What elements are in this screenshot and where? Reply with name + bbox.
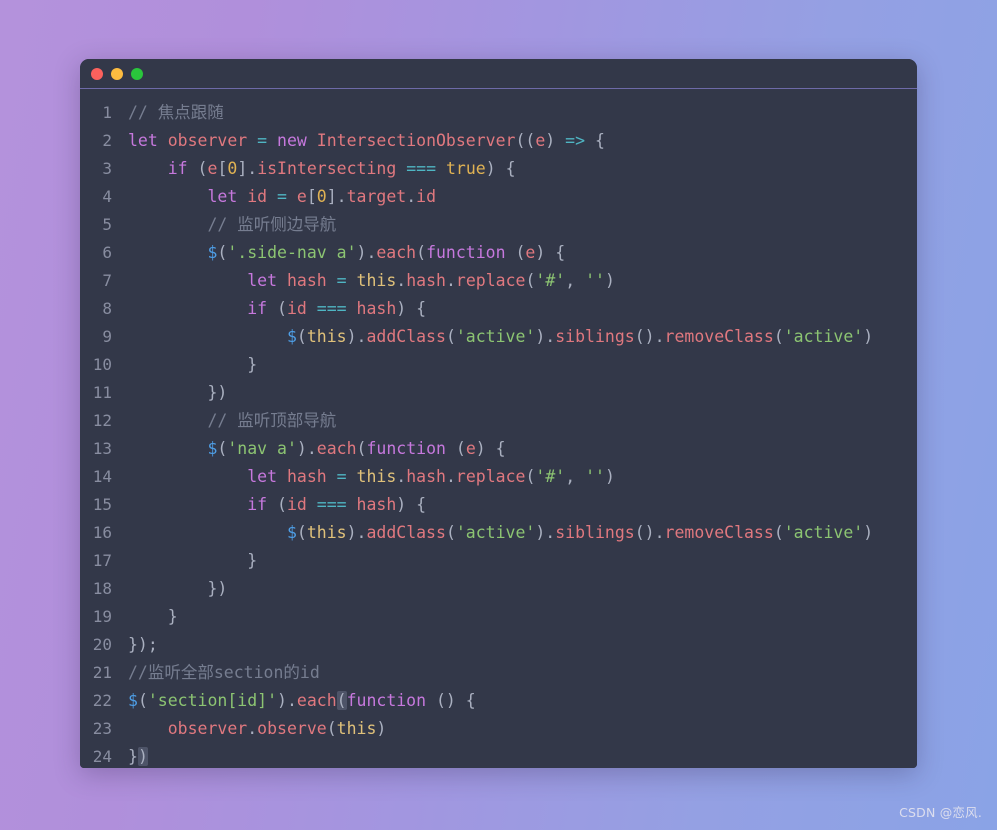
code-line: 17 } <box>80 547 917 575</box>
line-number: 15 <box>92 495 112 514</box>
code-line: 16 $(this).addClass('active').siblings()… <box>80 519 917 547</box>
line-content: // 焦点跟随 <box>128 103 224 122</box>
code-line: 4 let id = e[0].target.id <box>80 183 917 211</box>
code-line: 3 if (e[0].isIntersecting === true) { <box>80 155 917 183</box>
code-editor-window: 1 // 焦点跟随 2 let observer = new Intersect… <box>80 59 917 768</box>
line-content: $('section[id]').each(function () { <box>128 691 476 710</box>
close-window-button[interactable] <box>91 67 103 80</box>
line-content: } <box>167 607 178 626</box>
line-content: if (id === hash) { <box>247 495 427 514</box>
line-content: }); <box>128 635 158 654</box>
line-number: 12 <box>92 411 112 430</box>
code-line: 6 $('.side-nav a').each(function (e) { <box>80 239 917 267</box>
csdn-watermark: CSDN @恋风. <box>899 805 982 820</box>
code-line: 24 }) <box>80 743 917 768</box>
line-number: 11 <box>92 383 112 402</box>
line-content: if (e[0].isIntersecting === true) { <box>167 159 516 178</box>
code-line: 12 // 监听顶部导航 <box>80 407 917 435</box>
line-content: $(this).addClass('active').siblings().re… <box>286 327 874 346</box>
bracket-match-highlight: ( <box>336 691 347 710</box>
line-content: $(this).addClass('active').siblings().re… <box>286 523 874 542</box>
code-line: 2 let observer = new IntersectionObserve… <box>80 127 917 155</box>
code-line: 15 if (id === hash) { <box>80 491 917 519</box>
maximize-window-button[interactable] <box>131 67 143 80</box>
line-number: 3 <box>102 159 112 178</box>
code-line: 22 $('section[id]').each(function () { <box>80 687 917 715</box>
line-number: 10 <box>92 355 112 374</box>
code-content-area[interactable]: 1 // 焦点跟随 2 let observer = new Intersect… <box>80 89 917 768</box>
code-line: 21 //监听全部section的id <box>80 659 917 687</box>
code-line: 14 let hash = this.hash.replace('#', '') <box>80 463 917 491</box>
line-content: let hash = this.hash.replace('#', '') <box>247 467 615 486</box>
line-content: if (id === hash) { <box>247 299 427 318</box>
line-content: $('nav a').each(function (e) { <box>207 439 506 458</box>
line-number: 6 <box>102 243 112 262</box>
line-number: 18 <box>92 579 112 598</box>
code-line: 19 } <box>80 603 917 631</box>
code-line: 1 // 焦点跟随 <box>80 99 917 127</box>
line-number: 16 <box>92 523 112 542</box>
line-number: 24 <box>92 747 112 766</box>
line-number: 7 <box>102 271 112 290</box>
code-line: 18 }) <box>80 575 917 603</box>
line-content: $('.side-nav a').each(function (e) { <box>207 243 566 262</box>
line-content: let observer = new IntersectionObserver(… <box>128 131 605 150</box>
line-number: 17 <box>92 551 112 570</box>
code-line: 9 $(this).addClass('active').siblings().… <box>80 323 917 351</box>
code-line: 20 }); <box>80 631 917 659</box>
line-content: }) <box>207 579 228 598</box>
line-content: // 监听顶部导航 <box>207 411 337 430</box>
code-line: 8 if (id === hash) { <box>80 295 917 323</box>
code-line: 5 // 监听侧边导航 <box>80 211 917 239</box>
line-content: } <box>247 355 258 374</box>
line-number: 5 <box>102 215 112 234</box>
line-content: let hash = this.hash.replace('#', '') <box>247 271 615 290</box>
line-number: 8 <box>102 299 112 318</box>
line-content: // 监听侧边导航 <box>207 215 337 234</box>
bracket-match-highlight: ) <box>137 747 148 766</box>
window-title-bar[interactable] <box>80 59 917 89</box>
code-line: 10 } <box>80 351 917 379</box>
line-content: observer.observe(this) <box>167 719 387 738</box>
line-content: } <box>247 551 258 570</box>
line-number: 2 <box>102 131 112 150</box>
code-line: 13 $('nav a').each(function (e) { <box>80 435 917 463</box>
line-number: 21 <box>92 663 112 682</box>
line-number: 22 <box>92 691 112 710</box>
line-content: let id = e[0].target.id <box>207 187 437 206</box>
minimize-window-button[interactable] <box>111 67 123 80</box>
line-number: 23 <box>92 719 112 738</box>
line-content: }) <box>128 747 148 766</box>
line-number: 1 <box>102 103 112 122</box>
line-content: //监听全部section的id <box>128 663 320 682</box>
code-line: 7 let hash = this.hash.replace('#', '') <box>80 267 917 295</box>
line-number: 19 <box>92 607 112 626</box>
line-number: 13 <box>92 439 112 458</box>
line-number: 20 <box>92 635 112 654</box>
code-line: 23 observer.observe(this) <box>80 715 917 743</box>
code-line: 11 }) <box>80 379 917 407</box>
line-number: 9 <box>102 327 112 346</box>
line-number: 4 <box>102 187 112 206</box>
line-content: }) <box>207 383 228 402</box>
line-number: 14 <box>92 467 112 486</box>
